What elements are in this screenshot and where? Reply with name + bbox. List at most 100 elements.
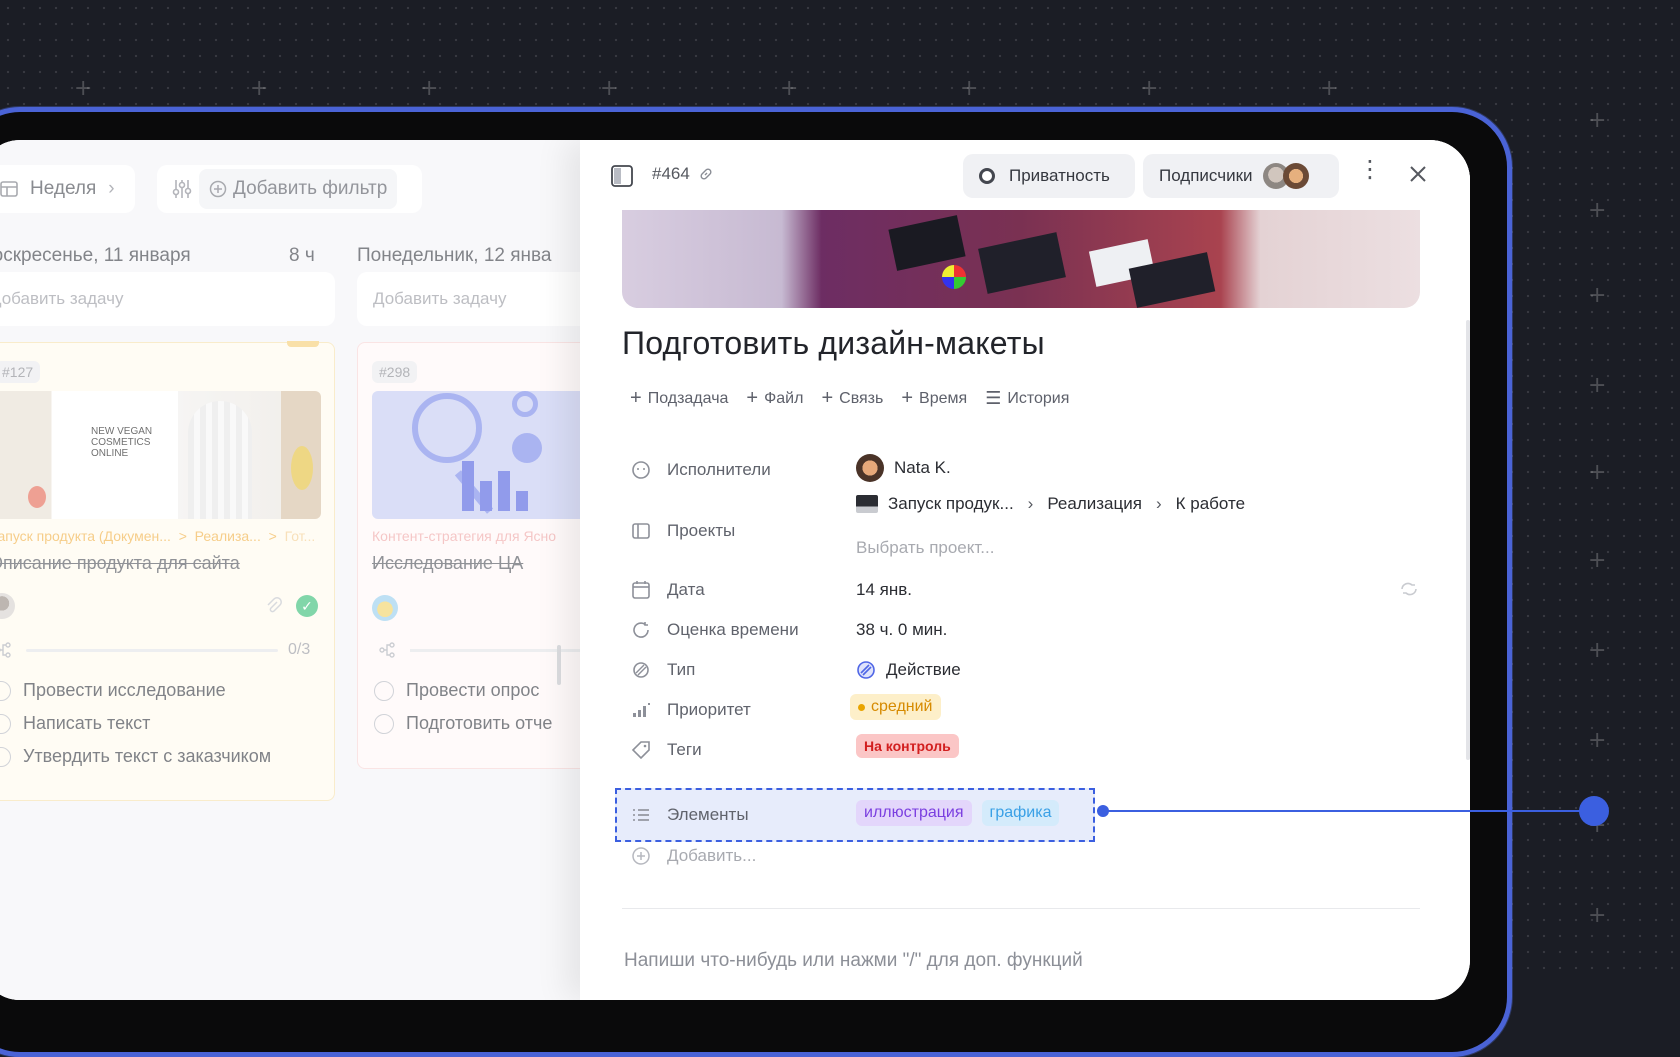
calendar-icon (632, 581, 650, 599)
repeat-icon[interactable] (1398, 580, 1420, 598)
checklist-item[interactable]: Написать текст (0, 713, 150, 734)
column-hours: 8 ч (289, 245, 315, 266)
add-subtask-button[interactable]: + Подзадача (630, 387, 728, 410)
privacy-button[interactable]: Приватность (963, 154, 1135, 198)
add-time-button[interactable]: + Время (901, 387, 967, 410)
task-title[interactable]: Подготовить дизайн-макеты (622, 325, 1045, 362)
estimate-value[interactable]: 38 ч. 0 мин. (856, 620, 947, 640)
checkbox[interactable] (374, 713, 394, 734)
checklist-item[interactable]: Провести исследование (0, 680, 226, 701)
checkbox[interactable] (0, 746, 11, 767)
task-detail-panel: #464 Приватность Подписчики ⋮ Подготовит… (580, 140, 1470, 1000)
pie-shape (512, 433, 542, 463)
close-icon[interactable] (1408, 164, 1428, 184)
assignee-value[interactable]: Nata K. (856, 454, 951, 482)
checklist-item[interactable]: Утвердить текст с заказчиком (0, 746, 271, 767)
plus-icon: + (746, 387, 759, 409)
estimate-label: Оценка времени (667, 620, 799, 639)
grid-plus: + (600, 76, 619, 101)
plus-circle-icon (209, 180, 227, 198)
date-value[interactable]: 14 янв. (856, 580, 912, 600)
element-chip[interactable]: графика (981, 800, 1060, 826)
action-type-icon (857, 661, 875, 679)
task-actions: + Подзадача + Файл + Связь + Время ☰ История (630, 387, 1069, 410)
plus-icon: + (901, 387, 914, 409)
time-estimate-icon (633, 622, 649, 638)
cover-image (622, 210, 1420, 308)
add-filter-button[interactable]: Добавить фильтр (199, 169, 398, 209)
projects-icon (632, 523, 650, 539)
add-file-button[interactable]: + Файл (746, 387, 803, 410)
list-icon (633, 809, 649, 821)
card-thumbnail: NEW VEGAN COSMETICS ONLINE (0, 391, 321, 519)
privacy-label: Приватность (1009, 166, 1110, 185)
task-id[interactable]: #464 (652, 164, 690, 184)
avatar (1282, 163, 1309, 189)
grid-plus: + (1588, 283, 1607, 308)
card-title: Исследование ЦА (372, 553, 524, 573)
card-thumbnail (372, 391, 580, 519)
kanban-board: Неделя › Добавить фильтр Воскресенье, 11… (0, 140, 580, 1000)
elements-value[interactable]: иллюстрация графика (856, 800, 1060, 826)
bar-shape (462, 461, 474, 511)
grid-plus: + (1588, 638, 1607, 663)
history-button[interactable]: ☰ История (985, 387, 1069, 410)
subtask-progress-bar (26, 649, 278, 652)
subtask-progress-bar (410, 649, 580, 652)
annotation-line (1102, 810, 1594, 812)
task-number-badge: #298 (372, 361, 418, 383)
priority-value[interactable]: средний (850, 694, 941, 720)
more-vertical-icon[interactable]: ⋮ (1358, 158, 1382, 182)
subtasks-icon (0, 642, 11, 658)
description-editor[interactable]: Напиши что-нибудь или нажми "/" для доп.… (624, 950, 1083, 972)
projects-label: Проекты (667, 521, 736, 540)
type-icon (633, 662, 649, 678)
bar-shape (516, 491, 528, 511)
column-header-day: Воскресенье, 11 января (0, 245, 191, 266)
add-property-button[interactable]: Добавить... (667, 846, 756, 866)
link-icon[interactable] (698, 166, 714, 182)
week-view-button[interactable]: Неделя › (0, 165, 135, 213)
select-project-input[interactable]: Выбрать проект... (856, 538, 994, 558)
grid-plus: + (1588, 108, 1607, 133)
tags-value[interactable]: На контроль (856, 734, 959, 758)
avatar (372, 595, 398, 621)
sidebar-toggle-icon[interactable] (610, 164, 634, 188)
type-value[interactable]: Действие (856, 660, 961, 680)
resize-handle[interactable] (557, 645, 561, 685)
checklist-item[interactable]: Подготовить отче (374, 713, 552, 734)
chevron-right-icon: › (108, 178, 115, 199)
check-done-icon: ✓ (296, 595, 318, 617)
tag-chip[interactable]: На контроль (856, 734, 959, 758)
checkbox[interactable] (0, 680, 11, 701)
arch-shape (188, 401, 252, 519)
scrollbar[interactable] (1466, 320, 1470, 760)
add-link-button[interactable]: + Связь (821, 387, 883, 410)
checklist-item[interactable]: Провести опрос (374, 680, 539, 701)
subtask-progress-label: 0/3 (288, 641, 311, 658)
card-mockup-shape (888, 215, 966, 271)
subscribers-button[interactable]: Подписчики (1143, 154, 1339, 198)
add-filter-label: Добавить фильтр (233, 178, 388, 199)
checkbox[interactable] (0, 713, 11, 734)
priority-badge: средний (850, 694, 941, 720)
element-chip[interactable]: иллюстрация (856, 800, 972, 826)
task-card[interactable]: #298 Контент-стратегия для Ясно Исследов… (357, 342, 580, 769)
grid-plus: + (1588, 728, 1607, 753)
pear-shape (291, 446, 313, 490)
task-card[interactable]: #127 NEW VEGAN COSMETICS ONLINE Запуск п… (0, 341, 335, 801)
grid-plus: + (1588, 548, 1607, 573)
project-breadcrumb[interactable]: Запуск продук... › Реализация › К работе (856, 494, 1245, 514)
apple-shape (28, 486, 46, 508)
plus-circle-icon (632, 847, 650, 865)
eye-icon (979, 168, 995, 184)
assignees-label: Исполнители (667, 460, 771, 479)
paperclip-icon (267, 597, 282, 613)
add-task-input[interactable]: Добавить задачу (0, 272, 335, 326)
card-mockup-shape (978, 232, 1066, 294)
avatar (0, 593, 15, 619)
checkbox[interactable] (374, 680, 394, 701)
sliders-icon[interactable] (171, 178, 193, 200)
add-task-input[interactable]: Добавить задачу (357, 272, 580, 326)
calendar-grid-icon (0, 181, 18, 197)
